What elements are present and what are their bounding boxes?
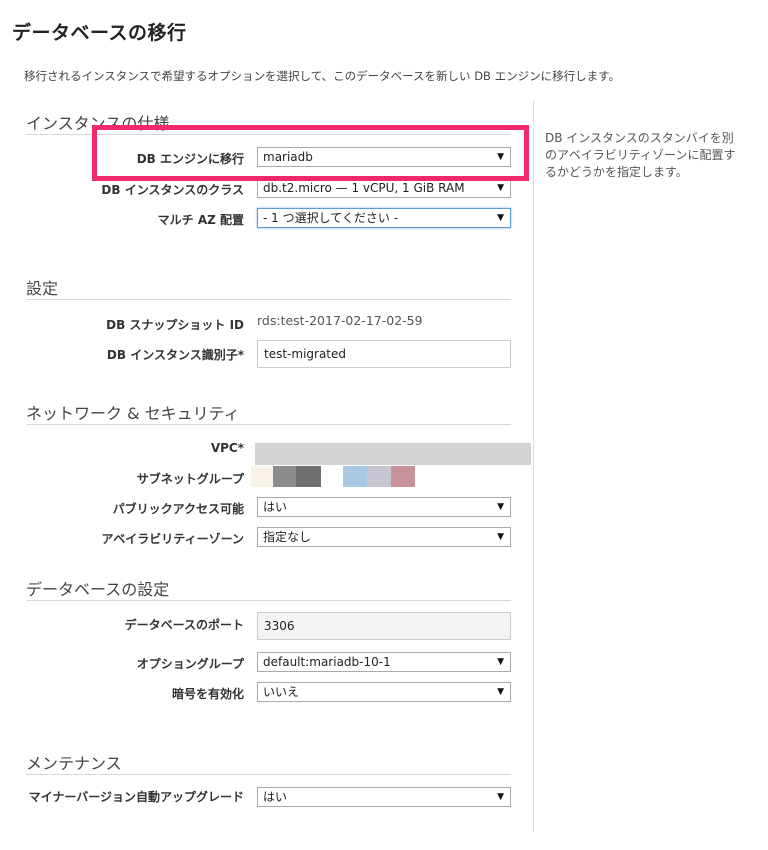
section-title-maintenance: メンテナンス: [26, 754, 122, 773]
annotation-highlight-box: [92, 125, 529, 181]
encryption-select[interactable]: いいえ ▼: [257, 682, 511, 702]
public-access-value: はい: [263, 500, 288, 514]
chevron-down-icon: ▼: [497, 687, 504, 697]
public-access-label: パブリックアクセス可能: [112, 502, 244, 516]
section-title-network: ネットワーク & セキュリティ: [26, 404, 240, 423]
section-title-settings: 設定: [26, 279, 59, 298]
subnet-swatch: [367, 466, 391, 487]
port-input[interactable]: 3306: [257, 612, 511, 640]
subnet-swatch: [343, 466, 367, 487]
vpc-redacted-value: [255, 443, 531, 465]
multi-az-select[interactable]: - 1 つ選択してください - ▼: [257, 208, 511, 228]
section-title-database: データベースの設定: [26, 580, 170, 599]
port-label: データベースのポート: [124, 618, 244, 632]
help-text: DB インスタンスのスタンバイを別のアベイラビリティゾーンに配置するかどうかを指…: [545, 131, 736, 179]
availability-zone-value: 指定なし: [263, 530, 312, 544]
instance-id-label: DB インスタンス識別子*: [106, 348, 244, 362]
public-access-select[interactable]: はい ▼: [257, 497, 511, 517]
instance-class-value: db.t2.micro — 1 vCPU, 1 GiB RAM: [263, 181, 465, 195]
option-group-value: default:mariadb-10-1: [263, 655, 391, 669]
section-divider: [26, 424, 511, 425]
vertical-divider: [533, 100, 534, 832]
instance-id-input[interactable]: test-migrated: [257, 340, 511, 368]
subnet-swatch: [391, 466, 415, 487]
multi-az-value: - 1 つ選択してください -: [263, 211, 399, 225]
minor-upgrade-label: マイナーバージョン自動アップグレード: [28, 790, 244, 804]
snapshot-id-value: rds:test-2017-02-17-02-59: [257, 313, 423, 328]
section-divider: [26, 774, 511, 775]
snapshot-id-label: DB スナップショット ID: [106, 318, 244, 332]
encryption-label: 暗号を有効化: [171, 687, 244, 701]
subnet-swatch: [251, 466, 273, 487]
chevron-down-icon: ▼: [497, 502, 504, 512]
subnet-swatch: [321, 466, 343, 487]
chevron-down-icon: ▼: [497, 532, 504, 542]
encryption-value: いいえ: [263, 685, 300, 699]
instance-class-select[interactable]: db.t2.micro — 1 vCPU, 1 GiB RAM ▼: [257, 178, 511, 198]
availability-zone-select[interactable]: 指定なし ▼: [257, 527, 511, 547]
subnet-swatch: [296, 466, 321, 487]
subnet-swatch: [273, 466, 296, 487]
chevron-down-icon: ▼: [497, 183, 504, 193]
chevron-down-icon: ▼: [497, 213, 504, 223]
vpc-label: VPC*: [210, 441, 244, 455]
chevron-down-icon: ▼: [497, 792, 504, 802]
minor-upgrade-value: はい: [263, 790, 288, 804]
section-divider: [26, 299, 511, 300]
page-description: 移行されるインスタンスで希望するオプションを選択して、このデータベースを新しい …: [24, 69, 620, 83]
instance-class-label: DB インスタンスのクラス: [101, 183, 244, 197]
availability-zone-label: アベイラビリティーゾーン: [101, 532, 244, 546]
section-divider: [26, 600, 511, 601]
page-title: データベースの移行: [12, 22, 187, 44]
chevron-down-icon: ▼: [497, 657, 504, 667]
option-group-label: オプショングループ: [136, 657, 244, 671]
multi-az-label: マルチ AZ 配置: [157, 213, 244, 227]
subnet-group-label: サブネットグループ: [136, 472, 244, 486]
option-group-select[interactable]: default:mariadb-10-1 ▼: [257, 652, 511, 672]
minor-upgrade-select[interactable]: はい ▼: [257, 787, 511, 807]
